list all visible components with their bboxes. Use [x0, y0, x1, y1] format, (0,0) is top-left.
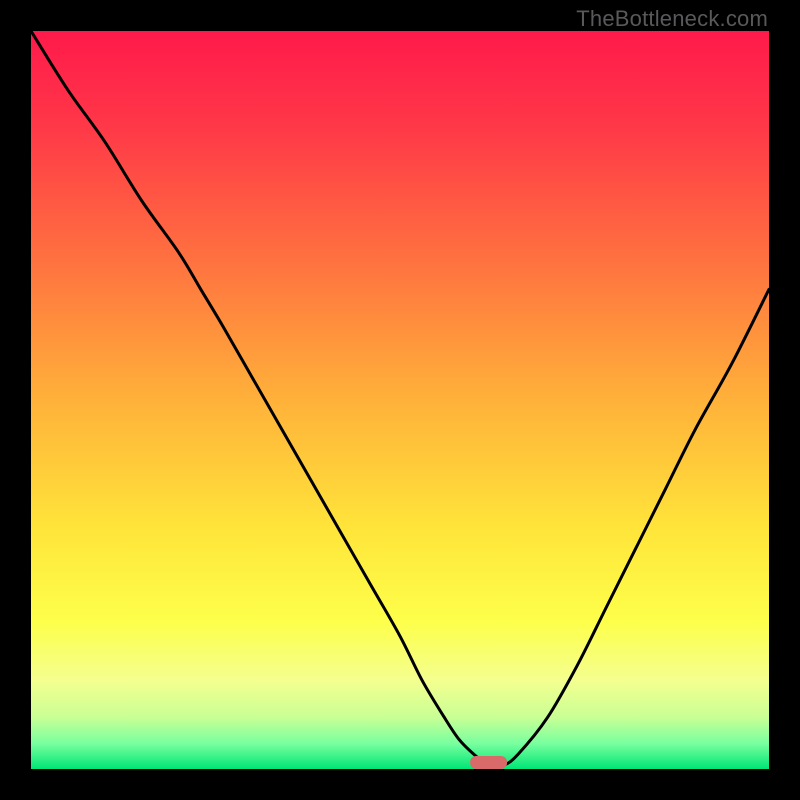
gradient-background — [31, 31, 769, 769]
plot-area — [31, 31, 769, 769]
optimal-marker — [470, 756, 507, 769]
chart-frame: TheBottleneck.com — [0, 0, 800, 800]
chart-svg — [31, 31, 769, 769]
watermark-text: TheBottleneck.com — [576, 6, 768, 32]
